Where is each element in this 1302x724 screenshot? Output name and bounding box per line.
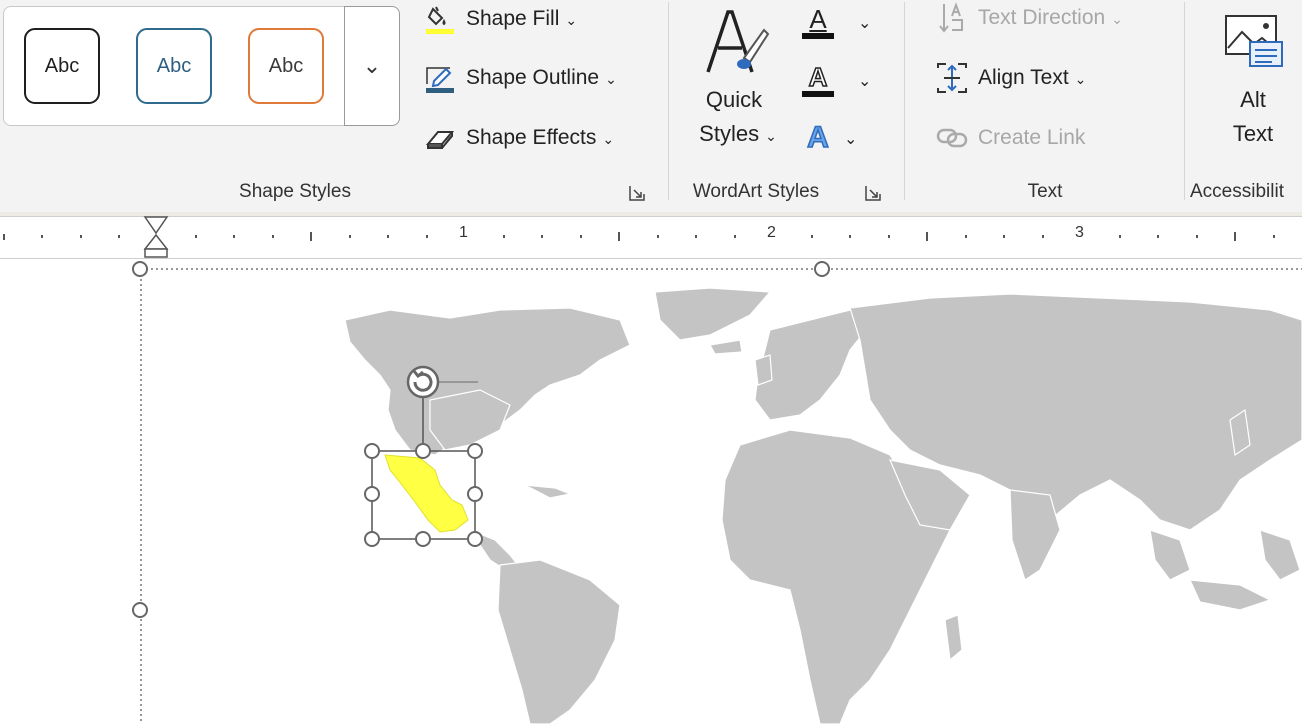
align-text-icon xyxy=(936,62,968,94)
chevron-down-icon: ⌄ xyxy=(858,15,872,32)
paint-bucket-icon xyxy=(424,3,456,35)
pencil-outline-icon xyxy=(424,62,456,94)
accessibility-group-label: Accessibilit xyxy=(1190,181,1284,202)
group-separator xyxy=(904,2,905,200)
ruler-number: 3 xyxy=(1075,224,1084,241)
create-link-icon xyxy=(936,122,968,154)
quick-styles-label-1: Quick xyxy=(705,87,763,112)
text-fill-button[interactable]: A ⌄ xyxy=(800,2,880,42)
alt-text-icon xyxy=(1222,12,1286,77)
text-direction-button[interactable]: Text Direction ⌄ xyxy=(936,2,1123,34)
text-effects-icon: A xyxy=(806,120,829,155)
world-map xyxy=(344,287,1302,724)
style-preset-blue[interactable]: Abc xyxy=(136,28,212,104)
chevron-down-icon: ⌄ xyxy=(765,128,777,144)
align-text-label: Align Text xyxy=(978,66,1069,89)
style-preset-label: Abc xyxy=(44,54,80,77)
align-text-button[interactable]: Align Text ⌄ xyxy=(936,62,1086,94)
resize-handle-top-right[interactable] xyxy=(467,443,483,459)
text-outline-glyph: A xyxy=(808,62,828,92)
resize-handle-top-left[interactable] xyxy=(364,443,380,459)
ruler-number: 2 xyxy=(767,224,776,241)
resize-handle-top[interactable] xyxy=(415,443,431,459)
chevron-down-icon: ⌄ xyxy=(605,70,617,87)
group-separator xyxy=(668,2,669,200)
chevron-down-icon: ⌄ xyxy=(1111,10,1123,27)
eraser-effects-icon xyxy=(424,122,456,154)
text-direction-icon xyxy=(936,2,968,34)
rotate-handle-icon[interactable] xyxy=(405,364,441,400)
alt-text-button[interactable]: Alt Text xyxy=(1200,4,1300,154)
quick-styles-button[interactable]: Quick Styles ⌄ xyxy=(688,4,778,154)
resize-handle-right[interactable] xyxy=(467,486,483,502)
chevron-down-icon: ⌄ xyxy=(602,130,615,147)
indent-marker[interactable] xyxy=(143,215,169,259)
style-preset-label: Abc xyxy=(156,54,192,77)
style-preset-label: Abc xyxy=(268,54,304,77)
style-preset-black[interactable]: Abc xyxy=(24,28,100,104)
text-fill-icon: A xyxy=(800,5,836,39)
dialog-launcher-icon[interactable] xyxy=(864,184,882,202)
text-direction-label: Text Direction xyxy=(978,6,1106,29)
chevron-down-icon: ⌄ xyxy=(858,73,872,90)
shape-effects-label: Shape Effects xyxy=(466,126,597,149)
create-link-label: Create Link xyxy=(978,126,1086,149)
frame-handle-left[interactable] xyxy=(132,602,148,618)
quick-styles-icon xyxy=(700,6,770,87)
chevron-down-icon: ⌄ xyxy=(1074,70,1087,87)
text-fill-glyph: A xyxy=(809,4,827,34)
resize-handle-left[interactable] xyxy=(364,486,380,502)
alt-text-label-1: Alt xyxy=(1240,87,1266,112)
text-outline-button[interactable]: A ⌄ xyxy=(800,60,880,100)
wordart-styles-group-label: WordArt Styles xyxy=(692,181,820,202)
quick-styles-label-text: Styles xyxy=(699,121,760,146)
shape-effects-button[interactable]: Shape Effects ⌄ xyxy=(424,122,614,154)
resize-handle-bottom-left[interactable] xyxy=(364,531,380,547)
shape-outline-button[interactable]: Shape Outline ⌄ xyxy=(424,62,617,94)
ruler-number: 1 xyxy=(459,224,468,241)
resize-handle-bottom-right[interactable] xyxy=(467,531,483,547)
chevron-down-icon: ⌄ xyxy=(844,131,858,148)
ruler-ticks xyxy=(3,232,1275,241)
quick-styles-label-2: Styles ⌄ xyxy=(692,121,784,147)
text-group-label: Text xyxy=(1027,181,1063,202)
frame-handle-top[interactable] xyxy=(814,261,830,277)
gallery-more-button[interactable]: ⌄ xyxy=(344,6,400,126)
style-preset-orange[interactable]: Abc xyxy=(248,28,324,104)
chevron-down-icon: ⌄ xyxy=(565,11,578,28)
alt-text-label-2: Text xyxy=(1232,121,1274,146)
shape-outline-label: Shape Outline xyxy=(466,66,600,89)
shape-styles-group-label: Shape Styles xyxy=(239,181,351,202)
shape-fill-label: Shape Fill xyxy=(466,7,560,30)
text-effects-button[interactable]: A ⌄ xyxy=(800,118,870,158)
resize-handle-bottom[interactable] xyxy=(415,531,431,547)
shape-fill-button[interactable]: Shape Fill ⌄ xyxy=(424,3,577,35)
create-link-button[interactable]: Create Link xyxy=(936,122,1085,154)
text-outline-icon: A xyxy=(800,62,836,97)
dialog-launcher-icon[interactable] xyxy=(628,184,646,202)
group-separator xyxy=(1184,2,1185,200)
frame-handle-top-left[interactable] xyxy=(132,261,148,277)
chevron-down-icon: ⌄ xyxy=(362,53,382,78)
